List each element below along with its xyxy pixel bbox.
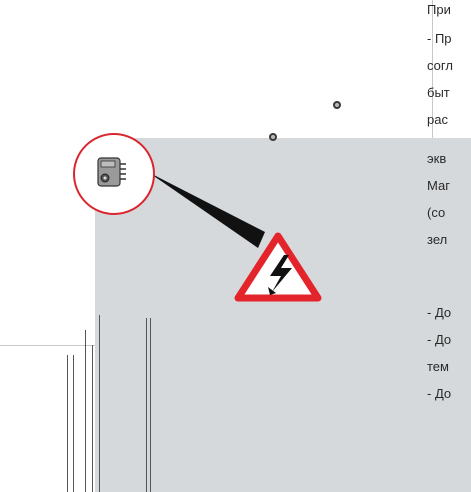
illustration [73, 101, 341, 302]
text-line: - До [427, 305, 452, 320]
instruction-text-column: При - Пр согл быт рас экв Маг (со зел - … [427, 0, 471, 492]
screw-icon [333, 101, 341, 109]
text-line: быт [427, 85, 450, 100]
text-line: - Пр [427, 31, 452, 46]
text-line: зел [427, 232, 448, 247]
electrical-hazard-warning-icon [234, 232, 322, 302]
pointer-wedge [148, 172, 265, 248]
text-line: При [427, 2, 451, 17]
text-line: тем [427, 359, 449, 374]
text-line: - До [427, 386, 452, 401]
text-line: согл [427, 58, 453, 73]
text-line: (со [427, 205, 446, 220]
text-line: - До [427, 332, 452, 347]
screw-icon [269, 133, 277, 141]
text-line: рас [427, 112, 448, 127]
text-line: Маг [427, 178, 450, 193]
text-line: экв [427, 151, 447, 166]
